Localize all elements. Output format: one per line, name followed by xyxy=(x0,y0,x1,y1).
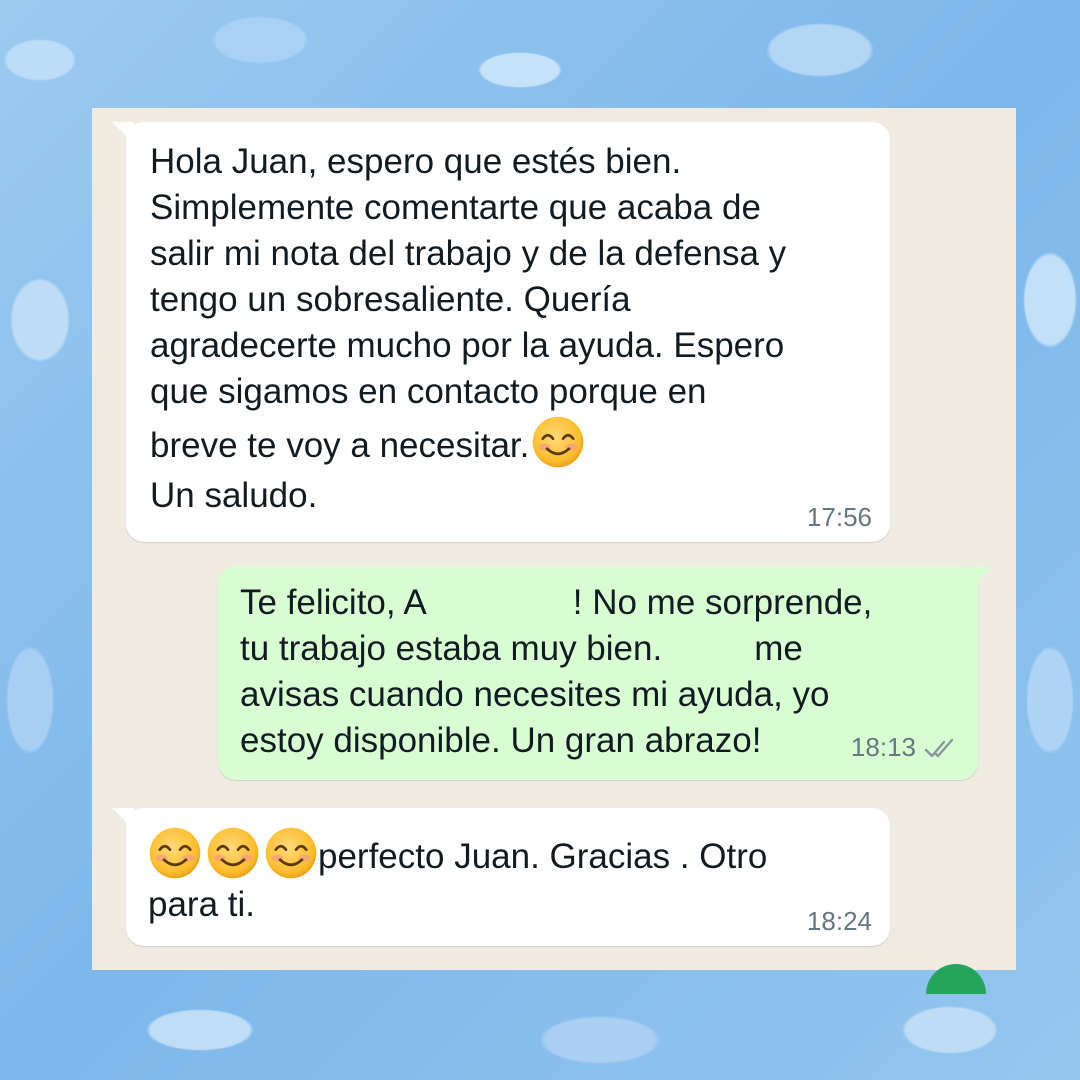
message-text-line: agradecerte mucho por la ayuda. Espero xyxy=(150,326,785,365)
message-text: Te felicito, A xyxy=(240,583,427,622)
double-check-icon xyxy=(924,736,956,766)
bubble-tail xyxy=(112,808,134,830)
message-text: tu trabajo estaba muy bien. xyxy=(240,629,663,668)
message-text-line: para ti. xyxy=(148,885,255,924)
message-time: 18:24 xyxy=(806,906,872,936)
smiling-face-icon xyxy=(264,826,318,880)
message-text-line: estoy disponible. Un gran abrazo! xyxy=(240,721,762,760)
message-text-line: tengo un sobresaliente. Quería xyxy=(150,280,631,319)
message-text-line: avisas cuando necesites mi ayuda, yo xyxy=(240,675,830,714)
message-text: me xyxy=(754,629,803,668)
message-text: breve te voy a necesitar. xyxy=(150,426,530,465)
smiling-face-icon xyxy=(206,826,260,880)
message-text-line: Te felicito, A​! No me sorprende, xyxy=(240,580,872,626)
incoming-message-2[interactable]: perfecto Juan. Gracias . Otro para ti. 1… xyxy=(112,808,890,946)
message-text-line: Simplemente comentarte que acaba de xyxy=(150,188,761,227)
bubble-tail xyxy=(970,566,992,588)
message-text-line: Hola Juan, espero que estés bien. xyxy=(150,142,682,181)
message-text-line-with-emoji: breve te voy a necesitar. xyxy=(150,415,786,473)
message-text-line: tu trabajo estaba muy bien.​me xyxy=(240,626,872,672)
redacted-text: ​ xyxy=(662,626,755,672)
message-text: perfecto Juan. Gracias . Otro xyxy=(318,837,768,876)
message-text-line: que sigamos en contacto porque en xyxy=(150,372,707,411)
outgoing-message[interactable]: Te felicito, A​! No me sorprende, tu tra… xyxy=(218,566,992,780)
message-text-line-with-emoji: perfecto Juan. Gracias . Otro xyxy=(148,826,767,882)
chat-screenshot: Hola Juan, espero que estés bien. Simple… xyxy=(92,108,1016,970)
message-time-status: 18:13 xyxy=(851,732,956,766)
message-time: 18:13 xyxy=(850,732,916,762)
message-time: 17:56 xyxy=(806,502,872,532)
smiling-face-icon xyxy=(531,415,585,469)
incoming-message-1[interactable]: Hola Juan, espero que estés bien. Simple… xyxy=(112,122,890,542)
smiling-face-icon xyxy=(148,826,202,880)
message-text: ! No me sorprende, xyxy=(572,583,873,622)
bubble-tail xyxy=(112,122,134,144)
message-text-line: Un saludo. xyxy=(150,476,318,515)
redacted-name: ​ xyxy=(426,580,573,626)
message-text-line: salir mi nota del trabajo y de la defens… xyxy=(150,234,787,273)
